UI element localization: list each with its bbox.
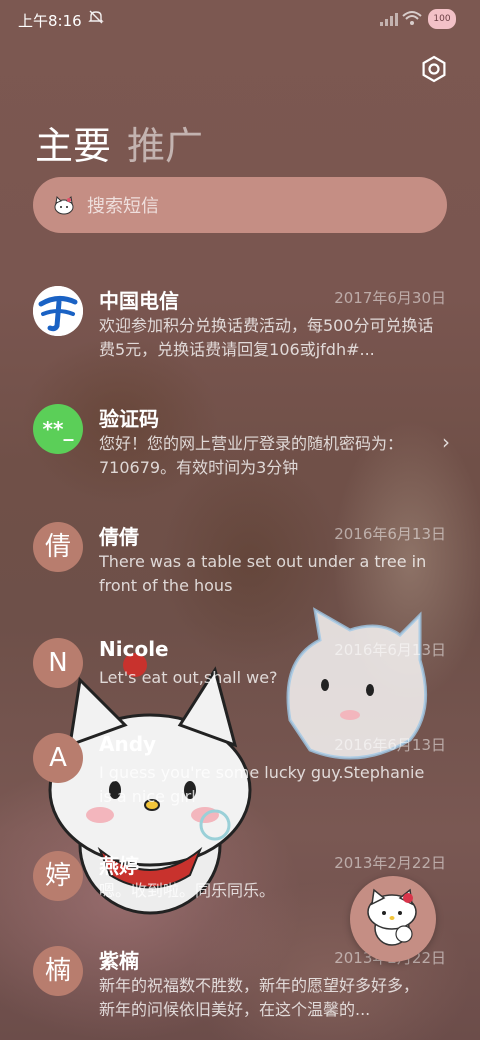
avatar: N <box>33 638 83 688</box>
avatar: A <box>33 733 83 783</box>
conversation-name: 紫楠 <box>99 949 139 973</box>
wifi-icon <box>402 10 422 30</box>
status-bar: 上午8:16 100 <box>0 0 480 40</box>
mute-icon <box>88 9 104 29</box>
conversation-row[interactable]: **_ 验证码 您好！您的网上营业厅登录的随机密码为：710679。有效时间为3… <box>0 398 480 508</box>
conversation-preview: Let's eat out,shall we? <box>99 668 278 687</box>
conversation-date: 2016年6月13日 <box>334 736 446 754</box>
conversation-name: 中国电信 <box>99 289 179 313</box>
signal-icon <box>380 12 398 26</box>
conversation-date: 2016年6月13日 <box>334 525 446 543</box>
conversation-preview: I guess you're some lucky guy.Stephanie … <box>99 763 425 806</box>
conversation-row[interactable]: 倩 倩倩 2016年6月13日 There was a table set ou… <box>0 516 480 626</box>
avatar: 倩 <box>33 522 83 572</box>
messages-screen: 上午8:16 100 主要 推广 搜索短信 中国电信 2017年6月30日 欢迎… <box>0 0 480 1040</box>
conversation-name: 燕婷 <box>99 854 139 878</box>
tab-promotions[interactable]: 推广 <box>127 124 203 168</box>
conversation-row[interactable]: 中国电信 2017年6月30日 欢迎参加积分兑换话费活动，每500分可兑换话费5… <box>0 280 480 390</box>
avatar: 楠 <box>33 946 83 996</box>
conversation-date: 2013年2月22日 <box>334 854 446 872</box>
conversation-row[interactable]: N Nicole 2016年6月13日 Let's eat out,shall … <box>0 632 480 742</box>
conversation-row[interactable]: A Andy 2016年6月13日 I guess you're some lu… <box>0 727 480 837</box>
conversation-preview: There was a table set out under a tree i… <box>99 552 427 595</box>
compose-button[interactable] <box>350 876 436 962</box>
search-input[interactable] <box>85 189 429 223</box>
tab-primary[interactable]: 主要 <box>35 124 111 168</box>
conversation-name: Andy <box>99 732 157 756</box>
conversation-preview: 欢迎参加积分兑换话费活动，每500分可兑换话费5元，兑换话费请回复106或jfd… <box>99 316 434 359</box>
battery-icon: 100 <box>428 9 456 29</box>
conversation-date: 2017年6月30日 <box>334 289 446 307</box>
gear-icon[interactable] <box>420 55 448 83</box>
avatar: 婷 <box>33 851 83 901</box>
hello-kitty-icon <box>54 195 74 215</box>
conversation-date: 2016年6月13日 <box>334 641 446 659</box>
verification-code-icon: **_ <box>33 404 83 454</box>
conversation-name: 倩倩 <box>99 525 139 549</box>
telecom-logo-icon <box>33 286 83 336</box>
conversation-name: Nicole <box>99 637 169 661</box>
tab-bar: 主要 推广 <box>35 115 219 170</box>
status-time: 上午8:16 <box>18 12 82 30</box>
conversation-preview: 新年的祝福数不胜数，新年的愿望好多好多，新年的问候依旧美好，在这个温馨的... <box>99 976 420 1019</box>
chevron-right-icon[interactable]: › <box>442 430 450 454</box>
conversation-name: 验证码 <box>99 407 159 431</box>
hello-kitty-compose-icon <box>367 888 417 946</box>
conversation-preview: 您好！您的网上营业厅登录的随机密码为：710679。有效时间为3分钟 <box>99 434 404 477</box>
search-bar[interactable] <box>33 177 447 233</box>
